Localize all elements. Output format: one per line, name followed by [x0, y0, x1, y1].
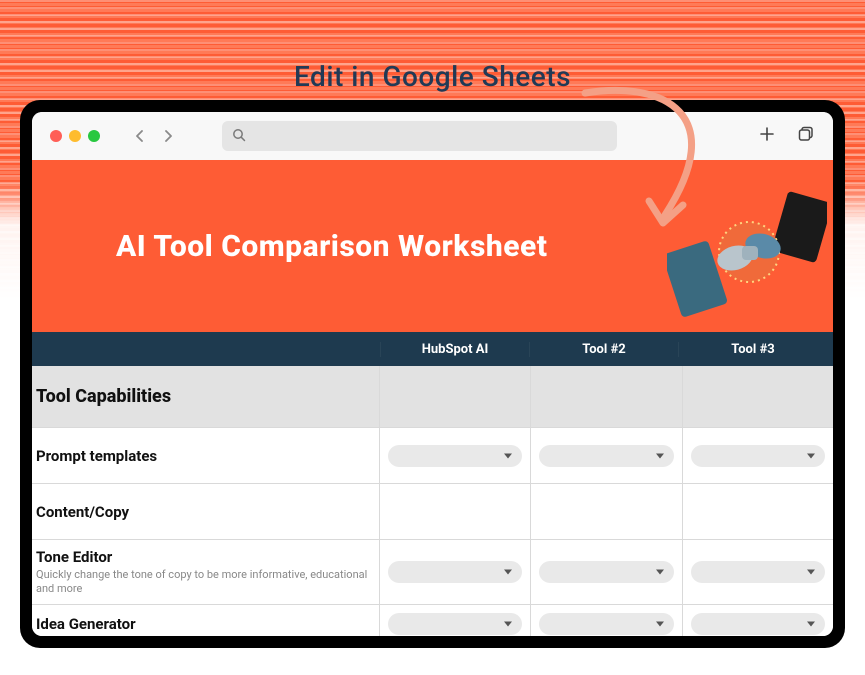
- capability-dropdown[interactable]: [691, 561, 825, 583]
- back-button[interactable]: [130, 126, 150, 146]
- capability-dropdown[interactable]: [388, 561, 522, 583]
- new-tab-button[interactable]: [759, 126, 775, 146]
- worksheet-hero: AI Tool Comparison Worksheet: [32, 160, 833, 332]
- edit-callout: Edit in Google Sheets: [294, 60, 571, 93]
- feature-title: Tone Editor: [36, 548, 373, 566]
- browser-window: AI Tool Comparison Worksheet HubSpot AI …: [32, 112, 833, 636]
- forward-button[interactable]: [158, 126, 178, 146]
- feature-row: Idea Generator: [32, 605, 833, 637]
- capability-dropdown[interactable]: [691, 613, 825, 635]
- column-header: Tool #3: [678, 342, 833, 357]
- feature-description: Quickly change the tone of copy to be mo…: [36, 568, 373, 596]
- feature-title: Prompt templates: [36, 447, 373, 465]
- tabs-overview-button[interactable]: [797, 125, 815, 147]
- worksheet-body: Tool Capabilities Prompt templates Conte…: [32, 366, 833, 636]
- capability-dropdown[interactable]: [691, 445, 825, 467]
- capability-dropdown[interactable]: [388, 445, 522, 467]
- capability-dropdown[interactable]: [539, 445, 673, 467]
- browser-chrome: [32, 112, 833, 160]
- subsection-title: Content/Copy: [36, 503, 373, 521]
- browser-window-frame: AI Tool Comparison Worksheet HubSpot AI …: [20, 100, 845, 648]
- column-header: Tool #2: [529, 342, 678, 357]
- worksheet-title: AI Tool Comparison Worksheet: [116, 229, 548, 264]
- window-controls: [50, 130, 100, 142]
- column-header-row: HubSpot AI Tool #2 Tool #3: [32, 332, 833, 366]
- feature-row: Prompt templates: [32, 428, 833, 484]
- capability-dropdown[interactable]: [539, 561, 673, 583]
- address-bar[interactable]: [222, 121, 617, 151]
- capability-dropdown[interactable]: [539, 613, 673, 635]
- search-icon: [232, 127, 246, 146]
- capability-dropdown[interactable]: [388, 613, 522, 635]
- feature-row: Tone Editor Quickly change the tone of c…: [32, 540, 833, 605]
- section-row: Tool Capabilities: [32, 366, 833, 428]
- feature-title: Idea Generator: [36, 615, 373, 633]
- close-window-button[interactable]: [50, 130, 62, 142]
- minimize-window-button[interactable]: [69, 130, 81, 142]
- column-header: HubSpot AI: [380, 342, 529, 357]
- maximize-window-button[interactable]: [88, 130, 100, 142]
- subsection-row: Content/Copy: [32, 484, 833, 540]
- section-title: Tool Capabilities: [36, 386, 373, 407]
- handshake-illustration: [667, 190, 827, 320]
